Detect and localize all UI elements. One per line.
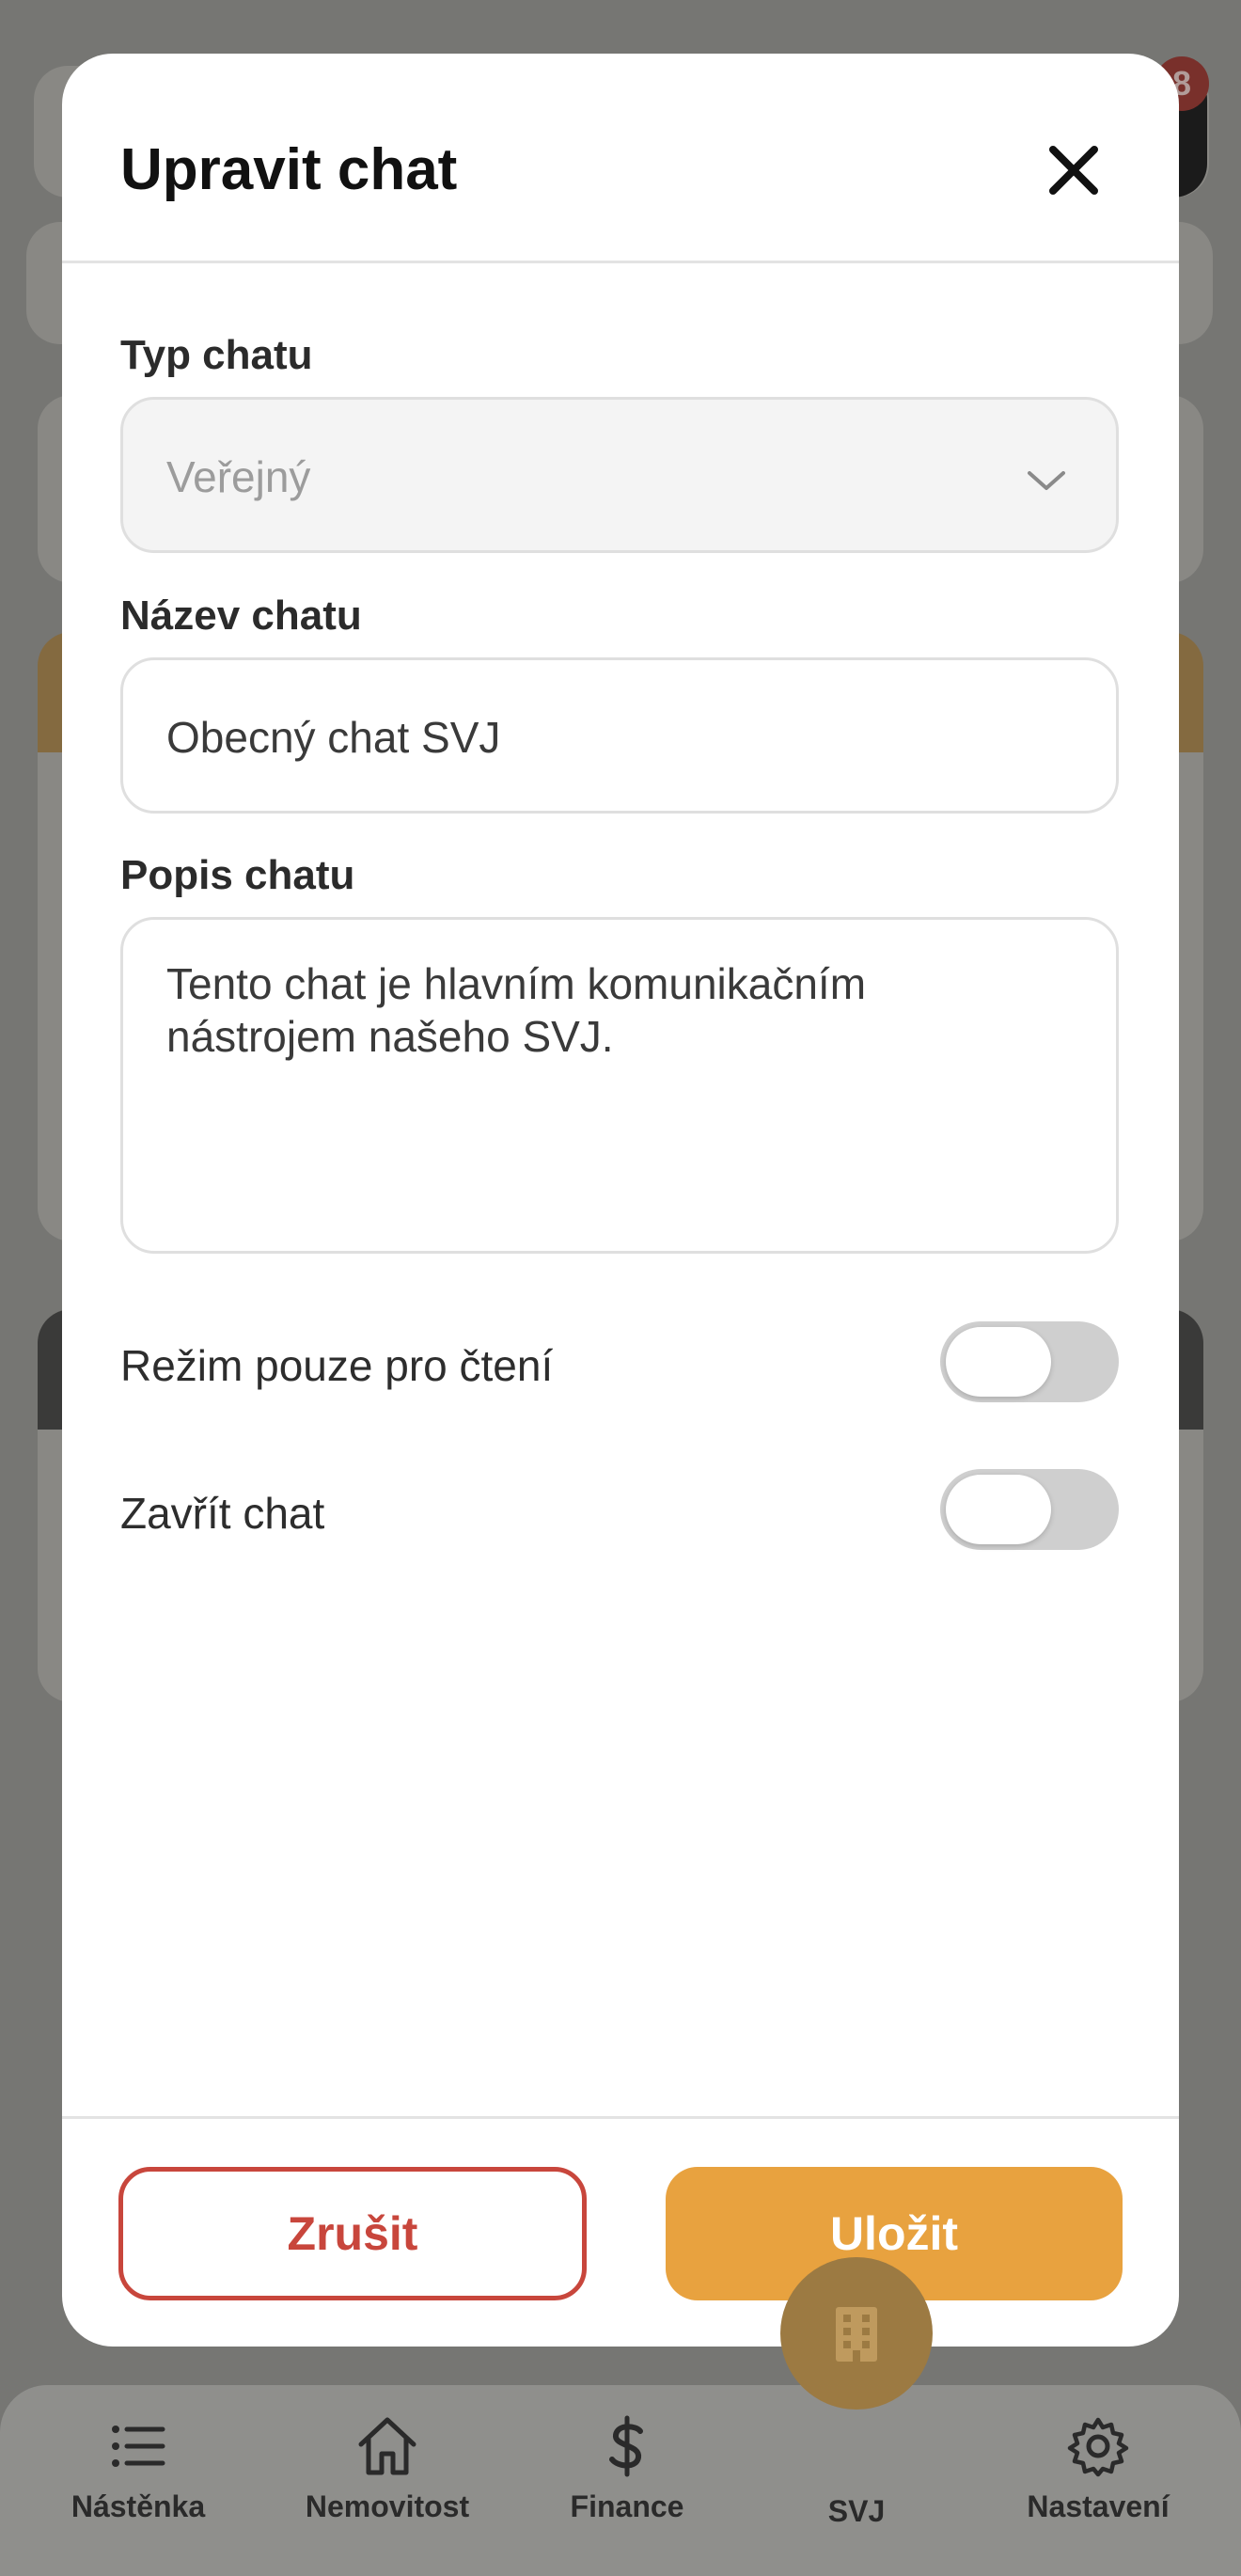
close-icon[interactable] (1040, 136, 1107, 204)
cancel-button[interactable]: Zrušit (118, 2167, 587, 2300)
tab-label: SVJ (827, 2494, 886, 2528)
tab-label: Nástěnka (71, 2489, 206, 2523)
close-chat-row: Zavřít chat (120, 1469, 1119, 1554)
modal-header: Upravit chat (62, 54, 1179, 263)
chevron-down-icon (1028, 471, 1065, 490)
chat-type-label: Typ chatu (120, 332, 313, 378)
tab-finance[interactable]: Finance (524, 2412, 730, 2524)
tab-label: Nastavení (1027, 2489, 1170, 2523)
building-icon (836, 2307, 877, 2362)
chat-name-value: Obecný chat SVJ (166, 713, 501, 762)
chat-description-textarea[interactable]: Tento chat je hlavním komunikačním nástr… (120, 917, 1119, 1254)
gear-icon (1067, 2417, 1129, 2477)
footer-divider (62, 2116, 1179, 2119)
chat-description-value: Tento chat je hlavním komunikačním nástr… (166, 959, 867, 1061)
tab-nastaveni[interactable]: Nastavení (995, 2412, 1202, 2524)
read-only-toggle[interactable] (940, 1321, 1119, 1402)
read-only-row: Režim pouze pro čtení (120, 1321, 1119, 1406)
toggle-knob (946, 1327, 1051, 1397)
read-only-label: Režim pouze pro čtení (120, 1341, 554, 1390)
tab-label: Nemovitost (305, 2489, 470, 2523)
chat-type-select[interactable]: Veřejný (120, 397, 1119, 553)
close-chat-toggle[interactable] (940, 1469, 1119, 1550)
list-icon (112, 2426, 165, 2467)
home-icon (358, 2417, 416, 2475)
chat-name-label: Název chatu (120, 593, 362, 639)
edit-chat-modal: Upravit chat Typ chatu Veřejný Název cha… (62, 54, 1179, 2347)
tab-nastenka[interactable]: Nástěnka (35, 2412, 242, 2524)
modal-title: Upravit chat (120, 137, 458, 202)
tab-svj[interactable]: SVJ (753, 2494, 960, 2529)
tab-nemovitost[interactable]: Nemovitost (284, 2412, 491, 2524)
close-chat-label: Zavřít chat (120, 1489, 325, 1538)
tab-label: Finance (570, 2489, 684, 2523)
chat-name-input[interactable]: Obecný chat SVJ (120, 657, 1119, 814)
chat-type-value: Veřejný (166, 452, 311, 501)
chat-description-label: Popis chatu (120, 852, 355, 898)
svj-fab[interactable] (780, 2257, 933, 2410)
toggle-knob (946, 1475, 1051, 1544)
dollar-icon (609, 2415, 643, 2477)
